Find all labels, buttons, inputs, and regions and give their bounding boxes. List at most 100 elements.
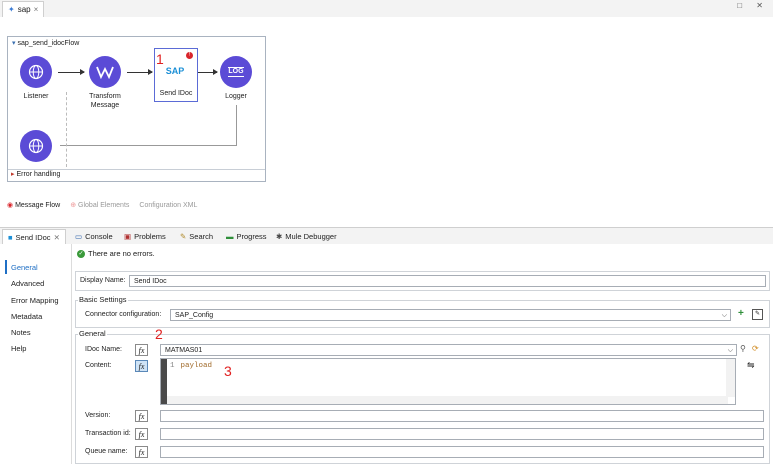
basic-settings-label: Basic Settings xyxy=(78,295,128,304)
nav-notes[interactable]: Notes xyxy=(11,328,31,337)
send-idoc-label: Send IDoc xyxy=(159,90,193,97)
edit-config-icon[interactable]: ✎ xyxy=(752,309,763,320)
display-name-label: Display Name: xyxy=(80,277,126,284)
dashed-divider xyxy=(66,92,68,167)
idoc-name-input[interactable]: MATMAS01 ⌵ xyxy=(160,344,737,356)
listener-node[interactable] xyxy=(20,56,52,88)
fx-toggle-button-active[interactable]: fx xyxy=(135,360,148,372)
globe-icon xyxy=(28,64,44,80)
vertical-scrollbar[interactable] xyxy=(726,359,735,397)
flow-arrow xyxy=(58,69,85,75)
log-icon: LOG xyxy=(228,67,244,77)
error-handling-bar[interactable]: ▸ Error handling xyxy=(8,169,265,182)
general-label: General xyxy=(78,329,107,338)
nav-general[interactable]: General xyxy=(11,263,38,272)
general-group: General IDoc Name: fx MATMAS01 ⌵ ⚲ ⟳ 2 C… xyxy=(75,326,770,464)
nav-metadata[interactable]: Metadata xyxy=(11,312,42,321)
tab-progress[interactable]: ▬ Progress xyxy=(226,229,267,243)
close-icon[interactable]: ✕ xyxy=(54,233,60,242)
sap-tab-icon: ■ xyxy=(8,232,13,242)
return-line xyxy=(60,145,237,146)
transform-node[interactable] xyxy=(89,56,121,88)
flow-container[interactable]: ▾ sap_send_idocFlow Listener Transform M… xyxy=(7,36,266,182)
flow-arrow xyxy=(127,69,153,75)
tab-problems[interactable]: ▣ Problems xyxy=(124,229,166,243)
editor-tab-label: sap xyxy=(17,5,31,14)
panel-tab-strip: ■ Send IDoc ✕ ▭ Console ▣ Problems ✎ Search… xyxy=(0,227,773,245)
editor-tab-sap[interactable]: ✦ sap × xyxy=(2,1,45,17)
basic-settings-group: Basic Settings Connector configuration: … xyxy=(75,295,770,328)
transform-label: Transform Message xyxy=(89,93,121,109)
horizontal-scrollbar[interactable] xyxy=(167,396,728,404)
refresh-icon[interactable]: ⟳ xyxy=(752,344,759,353)
tab-mule-debugger[interactable]: ✱ Mule Debugger xyxy=(276,229,337,243)
selection-bar xyxy=(5,260,7,274)
flow-arrow xyxy=(198,69,218,75)
progress-icon: ▬ xyxy=(226,231,234,241)
check-icon: ✓ xyxy=(77,249,85,258)
sap-logo-icon: SAP xyxy=(165,66,185,76)
annotation-1: 1 xyxy=(156,51,164,67)
search-icon: ✎ xyxy=(180,231,187,241)
close-icon[interactable]: × xyxy=(34,5,39,14)
view-tabs: ◉ Message Flow ⊕ Global Elements Configu… xyxy=(7,201,197,210)
dataweave-icon xyxy=(96,66,114,79)
tab-message-flow[interactable]: ◉ Message Flow xyxy=(7,201,60,209)
fx-toggle-button[interactable]: fx xyxy=(135,410,148,422)
queue-name-input[interactable] xyxy=(160,446,764,458)
queue-name-label: Queue name: xyxy=(85,448,128,455)
connector-config-select[interactable]: SAP_Config ⌵ xyxy=(170,309,731,321)
fx-toggle-button[interactable]: fx xyxy=(135,344,148,356)
chevron-down-icon[interactable]: ⌵ xyxy=(728,345,733,357)
nav-advanced[interactable]: Advanced xyxy=(11,279,44,288)
mule-icon: ◉ xyxy=(7,202,14,209)
error-handling-label: Error handling xyxy=(16,171,61,178)
properties-side-nav: General Advanced Error Mapping Metadata … xyxy=(0,244,72,464)
listener-label: Listener xyxy=(23,93,49,100)
globe-icon xyxy=(28,138,44,154)
tab-send-idoc[interactable]: ■ Send IDoc ✕ xyxy=(2,229,66,244)
tab-console[interactable]: ▭ Console xyxy=(75,229,113,243)
expand-triangle-icon[interactable]: ▸ xyxy=(11,171,15,178)
collapse-triangle-icon[interactable]: ▾ xyxy=(12,40,16,47)
fx-toggle-button[interactable]: fx xyxy=(135,446,148,458)
chevron-down-icon[interactable]: ⌵ xyxy=(722,310,727,322)
tab-global-elements[interactable]: ⊕ Global Elements xyxy=(70,201,129,209)
error-badge-icon: ! xyxy=(186,52,193,59)
transaction-id-input[interactable] xyxy=(160,428,764,440)
window-controls[interactable]: □ ✕ xyxy=(737,1,769,10)
response-node[interactable] xyxy=(20,130,52,162)
version-input[interactable] xyxy=(160,410,764,422)
console-icon: ▭ xyxy=(75,231,83,241)
logger-node[interactable]: LOG xyxy=(220,56,252,88)
content-expression-editor[interactable]: 1 payload xyxy=(160,358,736,405)
code-line: 1 payload xyxy=(170,362,213,370)
search-icon[interactable]: ⚲ xyxy=(740,344,746,353)
annotation-3: 3 xyxy=(224,363,232,379)
tab-configuration-xml[interactable]: Configuration XML xyxy=(139,202,197,209)
display-name-input[interactable]: Send IDoc xyxy=(129,275,766,287)
flow-name: sap_send_idocFlow xyxy=(17,40,80,47)
globe-small-icon: ⊕ xyxy=(70,202,77,209)
tab-search[interactable]: ✎ Search xyxy=(180,229,213,243)
properties-content: ✓ There are no errors. Display Name: Sen… xyxy=(72,244,773,464)
flow-title: ▾ sap_send_idocFlow xyxy=(12,39,79,47)
annotation-2: 2 xyxy=(155,326,163,342)
add-config-icon[interactable]: + xyxy=(738,309,744,319)
editor-tab-strip: ✦ sap × □ ✕ xyxy=(0,0,773,18)
idoc-name-label: IDoc Name: xyxy=(85,346,122,353)
display-name-group: Display Name: Send IDoc xyxy=(75,271,770,291)
logger-label: Logger xyxy=(225,93,247,100)
nav-help[interactable]: Help xyxy=(11,344,26,353)
return-line xyxy=(236,105,237,145)
mule-file-icon: ✦ xyxy=(8,5,15,14)
content-label: Content: xyxy=(85,362,112,369)
transaction-id-label: Transaction id: xyxy=(85,430,131,437)
dataweave-mode-icon[interactable]: ⇋ xyxy=(747,360,755,371)
debugger-icon: ✱ xyxy=(276,231,283,241)
version-label: Version: xyxy=(85,412,111,419)
nav-error-mapping[interactable]: Error Mapping xyxy=(11,296,59,305)
connector-config-label: Connector configuration: xyxy=(85,311,162,318)
problems-icon: ▣ xyxy=(124,231,132,241)
fx-toggle-button[interactable]: fx xyxy=(135,428,148,440)
